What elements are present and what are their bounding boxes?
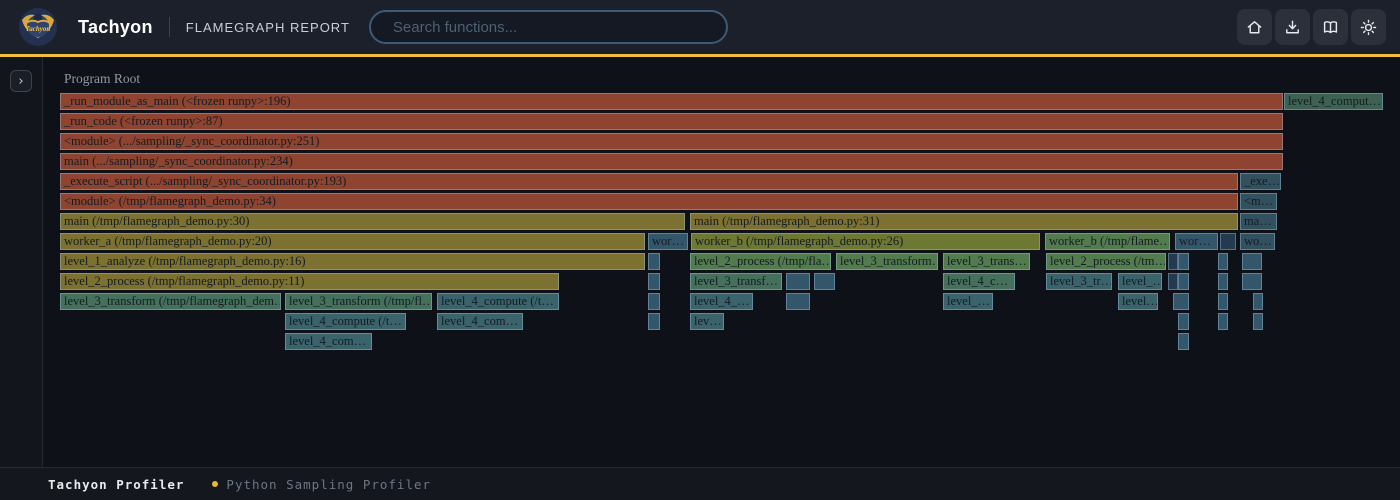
flame-bar[interactable]: level_4_c…	[943, 273, 1015, 290]
flame-bar[interactable]: wor…	[1175, 233, 1218, 250]
flame-bar[interactable]	[814, 273, 835, 290]
flame-bar[interactable]: <module> (.../sampling/_sync_coordinator…	[60, 133, 1283, 150]
search-box[interactable]	[369, 10, 728, 44]
flame-bar[interactable]: level_4_compute (/t…	[437, 293, 559, 310]
flame-bar[interactable]	[1242, 273, 1262, 290]
flame-bar[interactable]: level_3_trans…	[943, 253, 1030, 270]
flame-bar[interactable]	[1168, 273, 1178, 290]
flame-bar[interactable]: worker_b (/tmp/flamegraph_demo.py:26)	[691, 233, 1040, 250]
download-button[interactable]	[1275, 9, 1310, 45]
flamegraph-panel: Program Root _run_module_as_main (<froze…	[44, 57, 1400, 467]
flame-bar[interactable]	[648, 313, 660, 330]
header-divider	[169, 17, 170, 37]
flame-bar[interactable]	[1178, 273, 1189, 290]
download-icon	[1283, 18, 1302, 37]
flame-bar[interactable]: level_3_transform (/tmp/fl…	[285, 293, 432, 310]
flame-bar[interactable]	[786, 293, 810, 310]
flame-bar[interactable]	[1218, 253, 1228, 270]
flame-bar[interactable]	[1168, 253, 1178, 270]
flame-bar[interactable]: worker_a (/tmp/flamegraph_demo.py:20)	[60, 233, 645, 250]
flame-bar[interactable]	[1242, 253, 1262, 270]
flame-bar[interactable]	[1178, 313, 1189, 330]
sidebar-expand-button[interactable]: ›	[10, 70, 32, 92]
flame-bar[interactable]: level_3_transform (/tmp/flamegraph_dem…	[60, 293, 281, 310]
flame-bar[interactable]	[1218, 313, 1228, 330]
flame-bar[interactable]	[648, 273, 660, 290]
flame-bar[interactable]: level_…	[943, 293, 993, 310]
app-window: Tachyon Tachyon FLAMEGRAPH REPORT	[0, 0, 1400, 500]
page-title: Tachyon	[78, 17, 153, 38]
flame-bar[interactable]: _execute_script (.../sampling/_sync_coor…	[60, 173, 1238, 190]
book-icon	[1321, 18, 1340, 37]
flame-bar[interactable]: level_2_process (/tmp/fla…	[690, 253, 831, 270]
flame-bar[interactable]: level_4_…	[690, 293, 753, 310]
flame-bar[interactable]: level_2_process (/tmp/flamegraph_demo.py…	[60, 273, 559, 290]
flame-bar[interactable]: level_2_process (/tm…	[1046, 253, 1166, 270]
flame-bar[interactable]: level…	[1118, 293, 1158, 310]
flame-bar[interactable]: level_3_transform…	[836, 253, 938, 270]
flame-bar[interactable]: _run_module_as_main (<frozen runpy>:196)	[60, 93, 1283, 110]
theme-toggle-button[interactable]	[1351, 9, 1386, 45]
report-type-label: FLAMEGRAPH REPORT	[186, 20, 350, 35]
flame-bar[interactable]	[1253, 313, 1263, 330]
header: Tachyon Tachyon FLAMEGRAPH REPORT	[0, 0, 1400, 57]
home-icon	[1245, 18, 1264, 37]
svg-text:Tachyon: Tachyon	[26, 25, 51, 33]
flame-bar[interactable]: _exe…	[1240, 173, 1281, 190]
flame-bar[interactable]: main (/tmp/flamegraph_demo.py:30)	[60, 213, 685, 230]
footer-app-name: Tachyon Profiler	[48, 477, 184, 492]
flame-bar[interactable]: level_4_com…	[437, 313, 523, 330]
flame-bar[interactable]: level_…	[1118, 273, 1162, 290]
flame-bar[interactable]: <m…	[1240, 193, 1277, 210]
flame-bar[interactable]: _run_code (<frozen runpy>:87)	[60, 113, 1283, 130]
flame-bar[interactable]: lev…	[690, 313, 724, 330]
flame-bar[interactable]: main (/tmp/flamegraph_demo.py:31)	[690, 213, 1238, 230]
flame-bar[interactable]	[648, 253, 660, 270]
sidebar: ›	[0, 57, 43, 467]
footer-description: Python Sampling Profiler	[226, 477, 431, 492]
status-dot-icon	[212, 481, 218, 487]
flame-bar[interactable]	[1178, 333, 1189, 350]
flame-bar[interactable]: wo…	[1240, 233, 1275, 250]
sun-icon	[1359, 18, 1378, 37]
flame-bar[interactable]: level_4_comput…	[1284, 93, 1383, 110]
flame-bar[interactable]: level_1_analyze (/tmp/flamegraph_demo.py…	[60, 253, 645, 270]
flame-bar[interactable]	[1220, 233, 1236, 250]
flame-bar[interactable]: worker_b (/tmp/flame…	[1045, 233, 1170, 250]
main-area: › Program Root _run_module_as_main (<fro…	[0, 57, 1400, 467]
flame-bar[interactable]: level_4_com…	[285, 333, 372, 350]
flame-bar[interactable]: <module> (/tmp/flamegraph_demo.py:34)	[60, 193, 1238, 210]
search-input[interactable]	[371, 12, 726, 42]
flame-bar[interactable]	[1218, 293, 1228, 310]
home-button[interactable]	[1237, 9, 1272, 45]
status-bar: Tachyon Profiler Python Sampling Profile…	[0, 467, 1400, 500]
flame-bar[interactable]: ma…	[1240, 213, 1277, 230]
flame-bar[interactable]	[648, 293, 660, 310]
flame-bar[interactable]: level_3_tr…	[1046, 273, 1112, 290]
flame-bar[interactable]	[1173, 293, 1189, 310]
flame-bar[interactable]: wor…	[648, 233, 688, 250]
docs-button[interactable]	[1313, 9, 1348, 45]
flame-bar[interactable]	[786, 273, 810, 290]
flame-bar[interactable]: main (.../sampling/_sync_coordinator.py:…	[60, 153, 1283, 170]
flame-bar[interactable]	[1253, 293, 1263, 310]
flame-bar[interactable]: level_4_compute (/t…	[285, 313, 406, 330]
tachyon-logo: Tachyon	[18, 7, 58, 47]
flame-bar[interactable]	[1178, 253, 1189, 270]
flame-bar[interactable]	[1218, 273, 1228, 290]
flamegraph-root-label: Program Root	[64, 71, 140, 87]
flame-bar[interactable]: level_3_transf…	[690, 273, 782, 290]
